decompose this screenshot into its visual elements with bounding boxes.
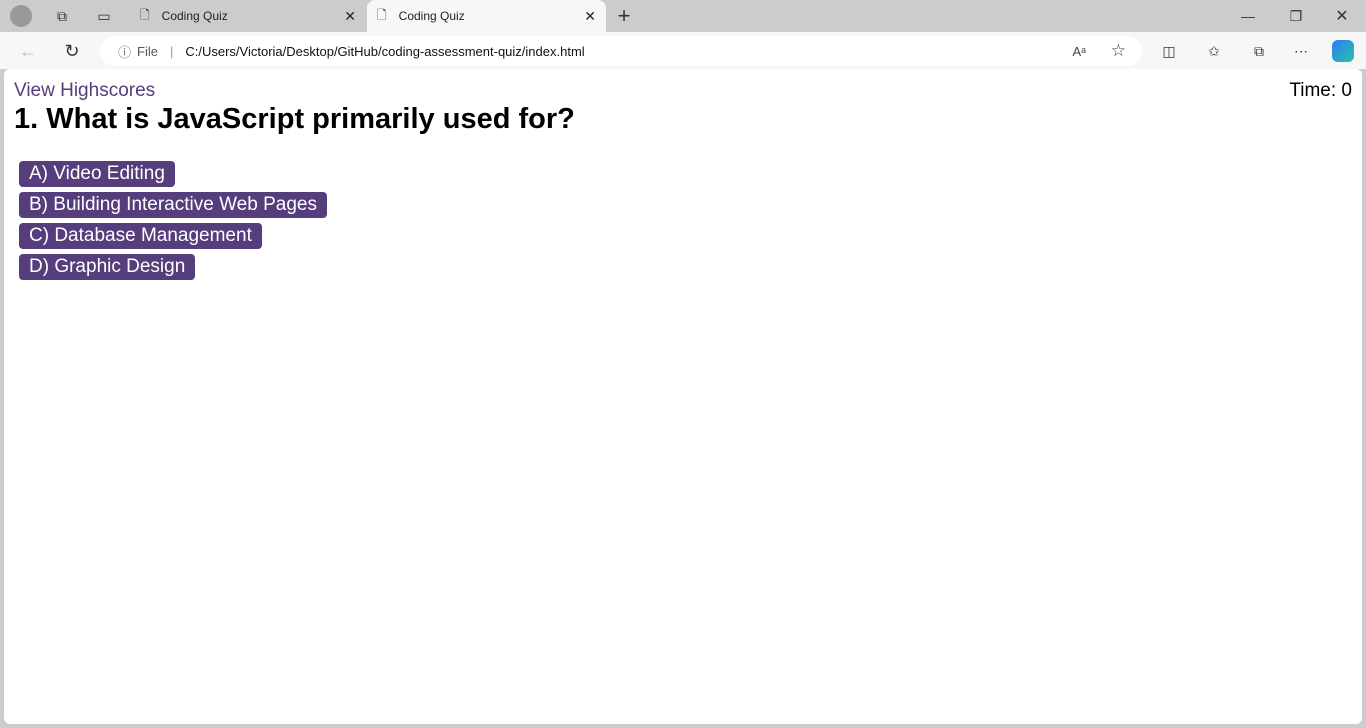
favorite-star-icon[interactable]: ☆: [1111, 41, 1126, 61]
scheme-label: File: [137, 43, 158, 59]
tab-title: Coding Quiz: [161, 9, 228, 23]
vertical-tabs-icon[interactable]: ▭: [94, 6, 114, 26]
tab-bar: ⧉ ▭ 🗋 Coding Quiz ✕ 🗋 Coding Quiz ✕ + — …: [0, 0, 1366, 32]
split-screen-icon[interactable]: ◫: [1158, 40, 1180, 62]
view-highscores-link[interactable]: View Highscores: [14, 80, 155, 102]
address-bar[interactable]: ⓘ File | C:/Users/Victoria/Desktop/GitHu…: [100, 36, 1142, 66]
copilot-icon[interactable]: [1332, 40, 1354, 62]
close-tab-icon[interactable]: ✕: [344, 8, 356, 25]
page-icon: 🗋: [377, 7, 387, 22]
timer: Time: 0: [1289, 80, 1352, 101]
tab-1[interactable]: 🗋 Coding Quiz ✕: [130, 0, 366, 32]
url-text[interactable]: C:/Users/Victoria/Desktop/GitHub/coding-…: [185, 44, 584, 59]
tab-title: Coding Quiz: [398, 9, 465, 23]
workspaces-icon[interactable]: ⧉: [52, 6, 72, 26]
read-aloud-icon[interactable]: A͏ᵃ: [1072, 44, 1086, 59]
new-tab-icon[interactable]: +: [612, 3, 636, 28]
restore-icon[interactable]: ❐: [1284, 4, 1308, 28]
close-window-icon[interactable]: ✕: [1330, 4, 1354, 28]
collections-icon[interactable]: ⧉: [1248, 40, 1270, 62]
page-content: View Highscores Time: 0 1. What is JavaS…: [4, 69, 1362, 724]
close-tab-icon[interactable]: ✕: [584, 8, 596, 25]
browser-toolbar: ← ↻ ⓘ File | C:/Users/Victoria/Desktop/G…: [0, 32, 1366, 69]
question-title: 1. What is JavaScript primarily used for…: [14, 103, 575, 135]
answer-c-button[interactable]: C) Database Management: [19, 223, 262, 249]
divider: |: [169, 43, 174, 59]
answer-d-button[interactable]: D) Graphic Design: [19, 254, 196, 280]
more-icon[interactable]: ⋯: [1290, 40, 1312, 62]
page-icon: 🗋: [140, 7, 150, 22]
favorites-icon[interactable]: ✩: [1203, 40, 1225, 62]
answer-a-button[interactable]: A) Video Editing: [19, 161, 175, 187]
back-icon[interactable]: ←: [16, 40, 40, 62]
profile-avatar-icon[interactable]: [10, 5, 32, 27]
info-icon[interactable]: ⓘ: [118, 42, 131, 61]
answer-list: A) Video Editing B) Building Interactive…: [19, 161, 327, 280]
minimize-icon[interactable]: —: [1236, 4, 1260, 28]
tab-2[interactable]: 🗋 Coding Quiz ✕: [367, 0, 606, 32]
reload-icon[interactable]: ↻: [60, 40, 84, 62]
answer-b-button[interactable]: B) Building Interactive Web Pages: [19, 192, 327, 218]
